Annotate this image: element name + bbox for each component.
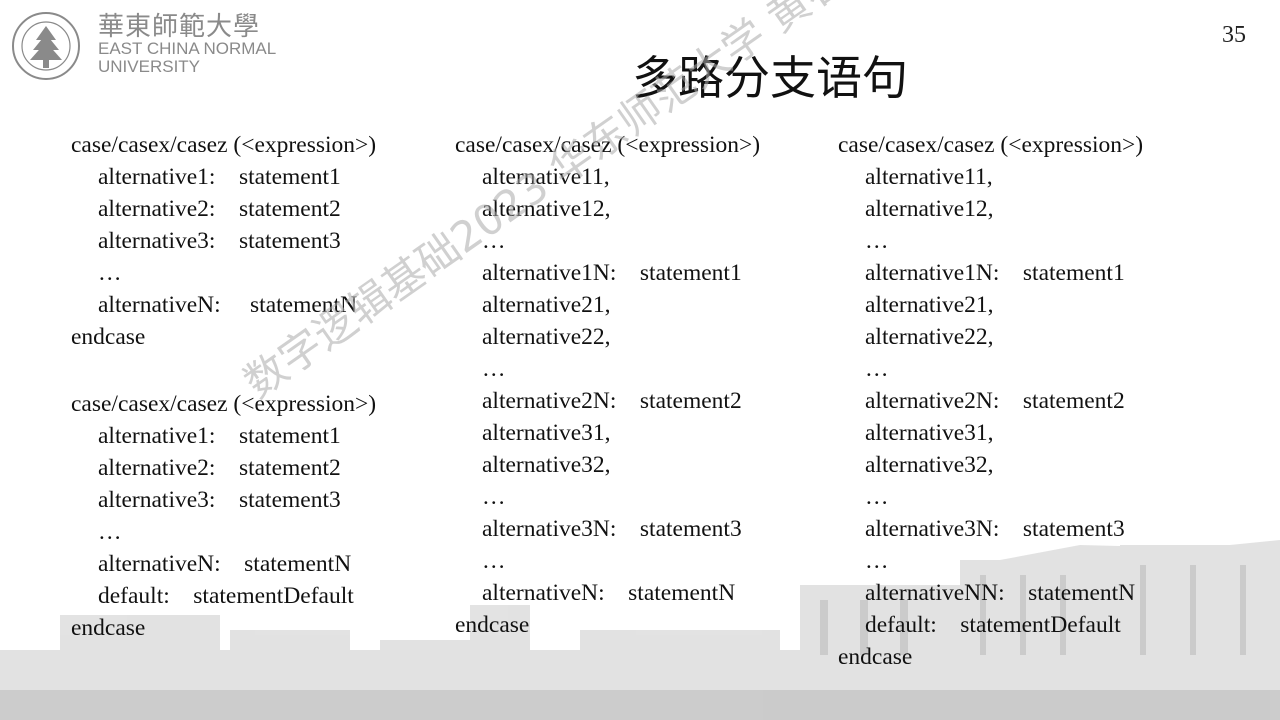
code-line: alternative11,: [482, 164, 610, 190]
code-line: endcase: [71, 615, 146, 641]
code-line: endcase: [455, 612, 530, 638]
code-line: alternative22,: [865, 324, 994, 350]
logo-english-name-line1: EAST CHINA NORMAL: [98, 39, 277, 58]
code-line: alternative21,: [865, 292, 994, 318]
code-line: alternative2: statement2: [98, 196, 341, 222]
slide: 華東師範大學 EAST CHINA NORMAL UNIVERSITY 35 多…: [0, 0, 1280, 720]
code-line: alternativeN: statementN: [98, 292, 358, 318]
code-line: alternativeN: statementN: [482, 580, 736, 606]
code-line: alternative2N: statement2: [865, 388, 1125, 414]
code-line: …: [482, 548, 506, 574]
code-line: alternative11,: [865, 164, 993, 190]
code-line: case/casex/casez (<expression>): [71, 391, 377, 417]
code-line: alternative12,: [482, 196, 611, 222]
code-column-3: case/casex/casez (<expression>) alternati…: [838, 129, 1143, 673]
code-line: endcase: [71, 324, 146, 350]
code-line: alternative31,: [482, 420, 611, 446]
code-line: …: [865, 356, 889, 382]
code-line: alternative32,: [482, 452, 611, 478]
code-line: alternative1: statement1: [98, 164, 341, 190]
block-gap: [71, 353, 376, 388]
code-line: alternative3N: statement3: [482, 516, 742, 542]
code-line: alternative3: statement3: [98, 487, 341, 513]
code-line: alternative21,: [482, 292, 611, 318]
code-line: …: [865, 228, 889, 254]
code-line: alternative3: statement3: [98, 228, 341, 254]
code-line: default: statementDefault: [98, 583, 354, 609]
code-column-2: case/casex/casez (<expression>) alternati…: [455, 129, 760, 641]
code-line: alternative32,: [865, 452, 994, 478]
code-column-1: case/casex/casez (<expression>) alternati…: [71, 129, 376, 644]
code-line: alternative12,: [865, 196, 994, 222]
code-line: endcase: [838, 644, 913, 670]
code-line: case/casex/casez (<expression>): [455, 132, 761, 158]
code-line: alternativeN: statementN: [98, 551, 352, 577]
code-line: alternative2: statement2: [98, 455, 341, 481]
code-line: case/casex/casez (<expression>): [71, 132, 377, 158]
code-line: …: [98, 519, 122, 545]
code-line: …: [482, 228, 506, 254]
code-line: default: statementDefault: [865, 612, 1121, 638]
code-line: alternative1N: statement1: [865, 260, 1125, 286]
logo-english-name-line2: UNIVERSITY: [98, 57, 201, 76]
logo-seal-icon: [12, 12, 80, 80]
code-line: …: [482, 356, 506, 382]
page-number: 35: [1222, 22, 1246, 48]
code-line: case/casex/casez (<expression>): [838, 132, 1144, 158]
code-line: …: [98, 260, 122, 286]
code-line: …: [865, 484, 889, 510]
code-line: alternative31,: [865, 420, 994, 446]
code-line: alternative3N: statement3: [865, 516, 1125, 542]
code-line: …: [865, 548, 889, 574]
code-line: …: [482, 484, 506, 510]
code-line: alternative1N: statement1: [482, 260, 742, 286]
code-line: alternative2N: statement2: [482, 388, 742, 414]
code-line: alternativeNN: statementN: [865, 580, 1136, 606]
slide-title: 多路分支语句: [632, 51, 908, 105]
logo-chinese-name: 華東師範大學: [98, 12, 261, 42]
code-line: alternative22,: [482, 324, 611, 350]
code-line: alternative1: statement1: [98, 423, 341, 449]
